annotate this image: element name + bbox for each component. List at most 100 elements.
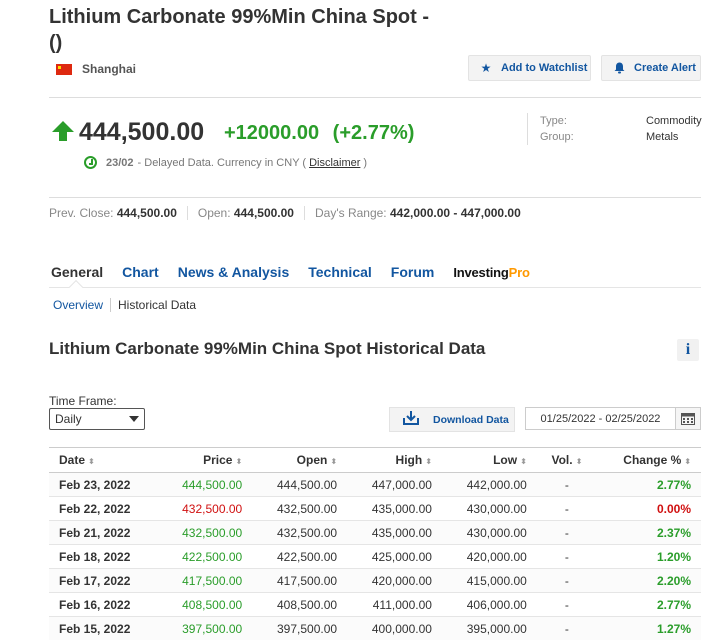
prev-close-value: 444,500.00 — [116, 206, 177, 220]
row-low: 442,000.00 — [441, 472, 537, 497]
watchlist-label: Add to Watchlist — [501, 62, 588, 74]
quote-meta: 23/02 - Delayed Data. Currency in CNY ( … — [84, 156, 367, 169]
column-header-high[interactable]: High ⬍ — [347, 447, 442, 473]
column-header-vol[interactable]: Vol. ⬍ — [536, 447, 598, 473]
row-change-percent: 2.37% — [597, 520, 701, 545]
calendar-icon[interactable] — [675, 408, 700, 429]
column-header-date[interactable]: Date ⬍ — [49, 447, 158, 473]
row-date: Feb 15, 2022 — [49, 616, 158, 640]
row-open: 422,500.00 — [252, 544, 348, 569]
tab-forum[interactable]: Forum — [391, 264, 435, 280]
pro-brand-text: Investing — [453, 264, 509, 280]
tab-investing-pro[interactable]: InvestingPro — [453, 264, 530, 280]
row-volume: - — [536, 616, 598, 640]
row-open: 432,500.00 — [252, 496, 348, 521]
sort-icon: ⬍ — [425, 457, 432, 466]
row-high: 425,000.00 — [347, 544, 442, 569]
column-header-price[interactable]: Price ⬍ — [157, 447, 253, 473]
row-date: Feb 22, 2022 — [49, 496, 158, 521]
date-range-value: 01/25/2022 - 02/25/2022 — [540, 412, 661, 425]
row-price: 417,500.00 — [157, 568, 253, 593]
row-price: 432,500.00 — [157, 496, 253, 521]
timeframe-label: Time Frame: — [49, 394, 117, 408]
row-change-percent: 0.00% — [597, 496, 701, 521]
subtab-overview[interactable]: Overview — [53, 298, 112, 312]
download-data-button[interactable]: Download Data — [389, 407, 515, 432]
section-title: Lithium Carbonate 99%Min China Spot Hist… — [49, 339, 486, 358]
row-low: 430,000.00 — [441, 520, 537, 545]
row-change-percent: 1.20% — [597, 544, 701, 569]
row-price: 422,500.00 — [157, 544, 253, 569]
tab-underline — [49, 287, 701, 288]
pro-brand-accent: Pro — [508, 264, 530, 280]
star-icon: ★ — [480, 61, 492, 75]
row-low: 395,000.00 — [441, 616, 537, 640]
timeframe-select[interactable]: Daily — [49, 408, 145, 430]
download-label: Download Data — [433, 413, 509, 426]
china-flag-icon — [56, 63, 72, 75]
info-icon[interactable]: i — [677, 339, 699, 361]
delay-text: - Delayed Data. Currency in CNY ( — [137, 156, 307, 169]
create-alert-button[interactable]: Create Alert — [601, 55, 701, 81]
add-to-watchlist-button[interactable]: ★ Add to Watchlist — [468, 55, 591, 81]
price-change: +12000.00 (+2.77%) — [224, 122, 414, 145]
row-price: 432,500.00 — [157, 520, 253, 545]
sub-tabs: Overview Historical Data — [53, 298, 203, 312]
tab-technical[interactable]: Technical — [308, 264, 372, 280]
column-header-change[interactable]: Change % ⬍ — [597, 447, 701, 473]
tab-general[interactable]: General — [51, 264, 103, 280]
row-volume: - — [536, 472, 598, 497]
day-range-stat: Day's Range: 442,000.00 - 447,000.00 — [303, 206, 531, 220]
page-title: Lithium Carbonate 99%Min China Spot - () — [49, 6, 430, 54]
table-row: Feb 17, 2022 417,500.00 417,500.00 420,000.… — [49, 568, 701, 593]
divider — [49, 97, 701, 98]
type-value: Commodity — [646, 115, 702, 127]
clock-icon — [84, 156, 97, 169]
type-label: Type: — [540, 115, 567, 127]
main-tabs: General Chart News & Analysis Technical … — [51, 264, 549, 280]
sort-icon: ⬍ — [684, 457, 691, 466]
arrow-up-icon — [52, 121, 74, 146]
last-price: 444,500.00 — [79, 118, 205, 146]
row-high: 411,000.00 — [347, 592, 442, 617]
timeframe-value: Daily — [55, 412, 82, 426]
row-low: 406,000.00 — [441, 592, 537, 617]
row-high: 420,000.00 — [347, 568, 442, 593]
row-open: 408,500.00 — [252, 592, 348, 617]
subtab-historical-data[interactable]: Historical Data — [118, 298, 203, 312]
row-high: 435,000.00 — [347, 496, 442, 521]
table-body: Feb 23, 2022 444,500.00 444,500.00 447,000.… — [49, 472, 701, 640]
change-value: +12000.00 — [224, 122, 320, 144]
historical-data-table: Date ⬍ Price ⬍ Open ⬍ High ⬍ Low ⬍ Vol. ⬍ Chan… — [49, 447, 701, 640]
column-header-low[interactable]: Low ⬍ — [441, 447, 537, 473]
row-price: 444,500.00 — [157, 472, 253, 497]
row-volume: - — [536, 568, 598, 593]
chevron-down-icon — [129, 416, 139, 422]
column-header-open[interactable]: Open ⬍ — [252, 447, 348, 473]
row-price: 408,500.00 — [157, 592, 253, 617]
tab-chart[interactable]: Chart — [122, 264, 159, 280]
active-tab-indicator — [68, 279, 84, 295]
row-open: 444,500.00 — [252, 472, 348, 497]
group-value: Metals — [646, 131, 679, 143]
row-open: 397,500.00 — [252, 616, 348, 640]
row-open: 417,500.00 — [252, 568, 348, 593]
row-open: 432,500.00 — [252, 520, 348, 545]
row-date: Feb 21, 2022 — [49, 520, 158, 545]
table-row: Feb 18, 2022 422,500.00 422,500.00 425,000.… — [49, 544, 701, 569]
sort-icon: ⬍ — [235, 457, 243, 466]
row-low: 415,000.00 — [441, 568, 537, 593]
date-range-picker[interactable]: 01/25/2022 - 02/25/2022 — [525, 407, 701, 430]
open-stat: Open: 444,500.00 — [186, 206, 304, 220]
disclaimer-link[interactable]: Disclaimer — [309, 157, 360, 169]
row-change-percent: 2.77% — [597, 592, 701, 617]
divider — [49, 197, 701, 198]
table-row: Feb 21, 2022 432,500.00 432,500.00 435,000.… — [49, 520, 701, 545]
row-low: 430,000.00 — [441, 496, 537, 521]
table-row: Feb 15, 2022 397,500.00 397,500.00 400,000.… — [49, 616, 701, 640]
summary-stats: Prev. Close: 444,500.00 Open: 444,500.00… — [49, 206, 531, 220]
sort-icon: ⬍ — [520, 457, 527, 466]
group-label: Group: — [540, 131, 574, 143]
row-high: 400,000.00 — [347, 616, 442, 640]
tab-news-analysis[interactable]: News & Analysis — [178, 264, 290, 280]
